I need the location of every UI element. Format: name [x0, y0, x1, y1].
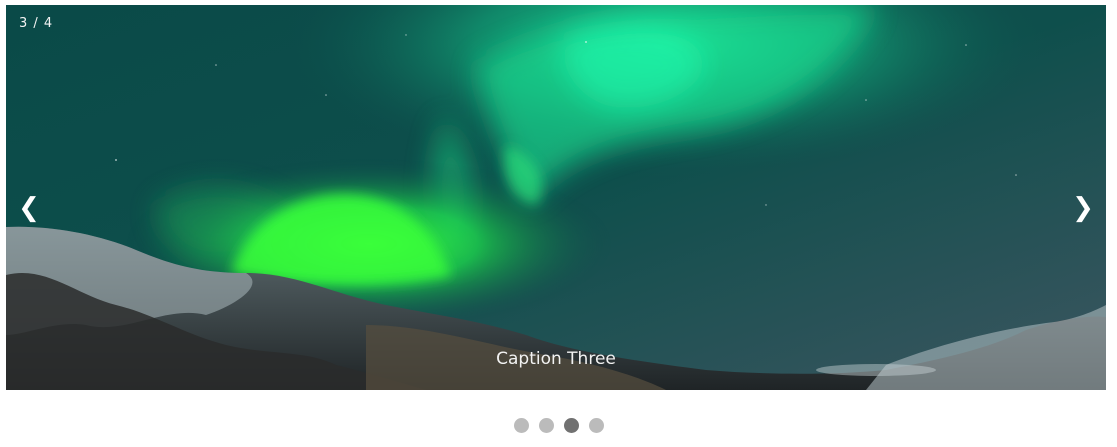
- slide-counter: 3 / 4: [19, 16, 54, 31]
- slide-caption: Caption Three: [496, 349, 616, 369]
- slide-dot-3[interactable]: [563, 418, 579, 433]
- next-slide-button[interactable]: ❯: [1068, 191, 1098, 225]
- slide-dot-2[interactable]: [538, 418, 554, 433]
- aurora-image: [6, 5, 1106, 390]
- slide-indicators: [0, 418, 1117, 434]
- previous-slide-button[interactable]: ❮: [14, 191, 44, 225]
- slide-dot-1[interactable]: [513, 418, 529, 433]
- slide-dot-4[interactable]: [588, 418, 604, 433]
- slideshow-container: 3 / 4 ❮ ❯ Caption Three: [6, 5, 1106, 390]
